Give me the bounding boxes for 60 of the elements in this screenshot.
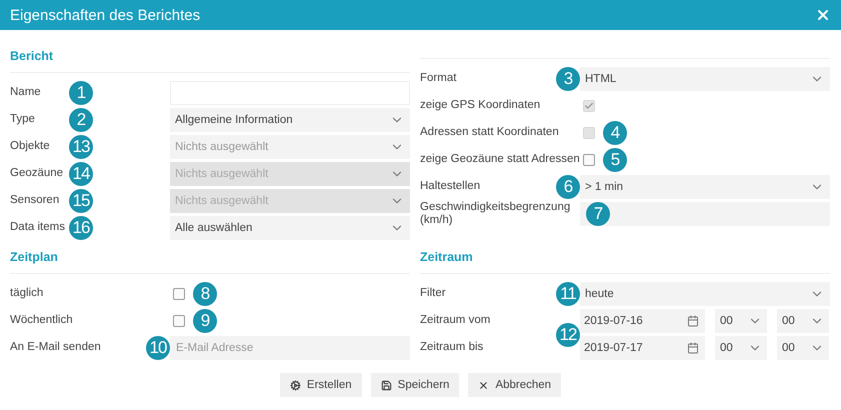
- number-badge: 4: [603, 120, 627, 144]
- dropdown[interactable]: HTML: [580, 66, 830, 90]
- minute-dropdown[interactable]: 00: [777, 336, 829, 360]
- field-label: Sensoren: [10, 194, 60, 207]
- field-label: Wöchentlich: [10, 314, 73, 327]
- number-badge: 16: [69, 216, 93, 240]
- dropdown[interactable]: > 1 min: [580, 174, 830, 198]
- checkbox[interactable]: [583, 154, 595, 166]
- field-label: Geozäune: [10, 167, 64, 180]
- input-field[interactable]: [580, 202, 830, 226]
- dropdown[interactable]: heute: [580, 282, 830, 306]
- number-badge: 5: [603, 148, 627, 172]
- number-badge: 10: [146, 336, 170, 360]
- hour-dropdown[interactable]: 00: [715, 336, 767, 360]
- field-label: An E-Mail senden: [10, 341, 101, 354]
- calendar-icon: [687, 314, 699, 326]
- field-label: zeige GPS Koordinaten: [420, 99, 540, 112]
- field-label: Filter: [420, 287, 446, 300]
- dropdown[interactable]: Alle auswählen: [170, 216, 410, 240]
- number-badge: 11: [556, 282, 580, 306]
- window-title: Eigenschaften des Berichtes: [10, 6, 200, 24]
- field-label: Zeitraum bis: [420, 341, 484, 354]
- gear-icon: [290, 380, 301, 390]
- date-field[interactable]: 2019-07-16: [580, 308, 705, 332]
- dropdown[interactable]: Allgemeine Information: [170, 108, 410, 132]
- section-title: Bericht: [10, 40, 410, 73]
- number-badge: 2: [69, 108, 93, 132]
- number-badge: 1: [69, 80, 93, 104]
- number-badge: 8: [193, 282, 217, 306]
- hour-dropdown[interactable]: 00: [715, 308, 767, 332]
- number-badge: 6: [556, 174, 580, 198]
- number-badge: 9: [193, 308, 217, 332]
- field-label: Objekte: [10, 140, 51, 153]
- calendar-icon: [687, 342, 699, 354]
- field-label: täglich: [10, 287, 44, 300]
- field-label: Format: [420, 72, 456, 85]
- close-icon: [478, 380, 490, 390]
- checkbox[interactable]: [173, 314, 185, 326]
- field-label: Haltestellen: [420, 180, 480, 193]
- field-label: Data items: [10, 221, 66, 234]
- number-badge: 12: [556, 322, 580, 346]
- number-badge: 15: [69, 188, 93, 212]
- field-label: Zeitraum vom: [420, 314, 490, 327]
- field-label: Name: [10, 86, 42, 99]
- number-badge: 13: [69, 134, 93, 158]
- checkbox[interactable]: [173, 288, 185, 300]
- create-button[interactable]: Erstellen: [280, 373, 362, 397]
- field-label: Type: [10, 113, 36, 126]
- minute-dropdown[interactable]: 00: [777, 308, 829, 332]
- number-badge: 14: [69, 162, 93, 186]
- cancel-button[interactable]: Abbrechen: [468, 373, 562, 397]
- section-title: Zeitraum: [420, 241, 830, 274]
- date-field[interactable]: 2019-07-17: [580, 336, 705, 360]
- close-icon[interactable]: [815, 7, 831, 23]
- field-label: Adressen statt Koordinaten: [420, 126, 559, 139]
- field-label: zeige Geozäune statt Adressen: [420, 153, 580, 166]
- field-label: Geschwindigkeitsbegrenzung (km/h): [420, 200, 572, 226]
- section-title: Zeitplan: [10, 241, 410, 274]
- save-button[interactable]: Speichern: [370, 373, 460, 397]
- number-badge: 3: [556, 66, 580, 90]
